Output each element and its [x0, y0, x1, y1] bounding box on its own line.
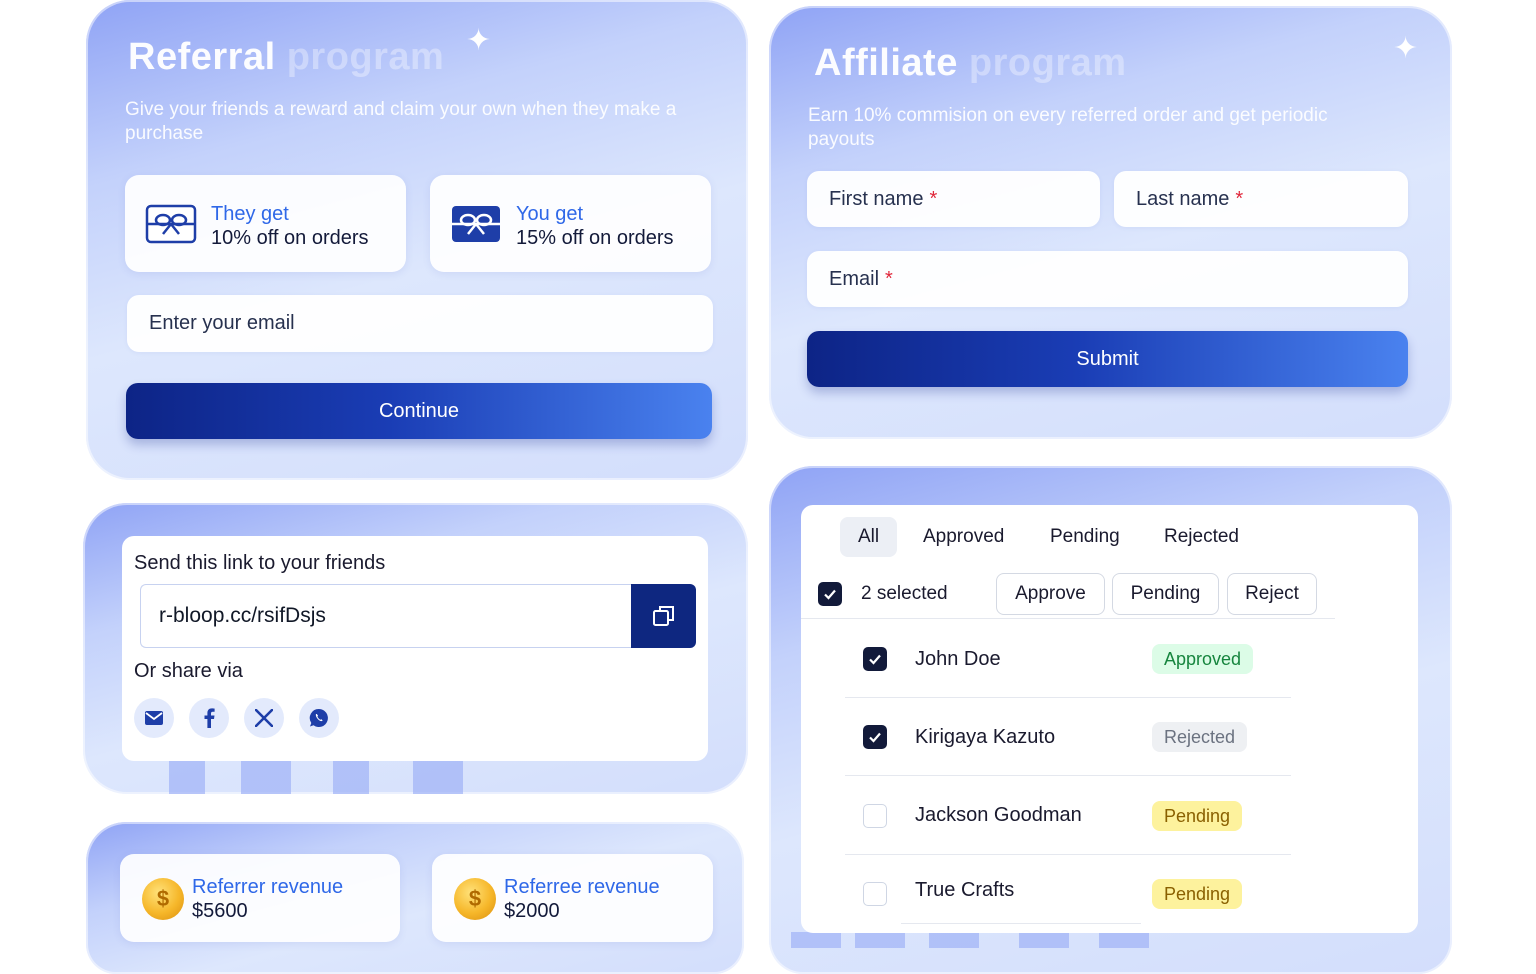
divider [845, 775, 1291, 776]
row-checkbox[interactable] [863, 725, 887, 749]
share-link-card: Send this link to your friends r-bloop.c… [122, 536, 708, 761]
requests-table-card: All Approved Pending Rejected 2 selected… [801, 505, 1418, 933]
row-checkbox[interactable] [863, 804, 887, 828]
affiliate-email-input[interactable]: Email * [807, 251, 1408, 307]
tab-rejected[interactable]: Rejected [1146, 517, 1257, 557]
affiliate-email-placeholder: Email [829, 267, 880, 290]
you-get-card: You get 15% off on orders [430, 175, 711, 272]
tab-pending[interactable]: Pending [1032, 517, 1138, 557]
decorative-bar [333, 761, 369, 794]
referral-email-placeholder: Enter your email [149, 312, 295, 334]
decorative-bar [1099, 932, 1149, 948]
share-x-button[interactable] [244, 698, 284, 738]
affiliate-panel: Affiliate program ✦ Earn 10% commision o… [769, 6, 1452, 439]
row-name: Jackson Goodman [915, 804, 1082, 826]
first-name-placeholder: First name [829, 187, 924, 210]
referee-revenue-card: $ Referree revenue $2000 [432, 854, 713, 942]
required-mark: * [929, 187, 938, 210]
share-facebook-button[interactable] [189, 698, 229, 738]
they-get-card: They get 10% off on orders [125, 175, 406, 272]
divider [845, 854, 1291, 855]
sparkle-icon: ✦ [1393, 32, 1419, 65]
required-mark: * [885, 267, 893, 290]
decorative-bar [413, 761, 463, 794]
share-email-button[interactable] [134, 698, 174, 738]
decorative-bar [929, 932, 979, 948]
status-badge: Pending [1152, 879, 1243, 909]
tab-all[interactable]: All [840, 517, 898, 557]
row-name: Kirigaya Kazuto [915, 726, 1056, 748]
coin-icon: $ [454, 878, 496, 920]
check-icon [869, 732, 881, 743]
referral-email-input[interactable]: Enter your email [127, 295, 713, 352]
decorative-bar [855, 932, 905, 948]
referral-link-field[interactable]: r-bloop.cc/rsifDsjs [140, 584, 632, 648]
coin-icon: $ [142, 878, 184, 920]
divider [845, 697, 1291, 698]
facebook-icon [204, 708, 215, 728]
reject-button[interactable]: Reject [1227, 573, 1317, 615]
row-checkbox[interactable] [863, 647, 887, 671]
copy-link-button[interactable] [631, 584, 696, 648]
gift-card-icon [145, 204, 197, 244]
status-badge: Pending [1152, 801, 1243, 831]
referee-revenue-label: Referree revenue [504, 876, 660, 898]
submit-button[interactable]: Submit [807, 331, 1408, 387]
referral-title: Referral program [128, 36, 445, 78]
referrer-revenue-value: $5600 [192, 900, 248, 922]
first-name-input[interactable]: First name * [807, 171, 1100, 227]
referrer-revenue-card: $ Referrer revenue $5600 [120, 854, 400, 942]
divider [801, 618, 1335, 619]
affiliate-subtitle: Earn 10% commision on every referred ord… [808, 105, 1328, 150]
referral-subtitle: Give your friends a reward and claim you… [125, 99, 677, 144]
sparkle-icon: ✦ [466, 24, 492, 57]
you-get-value: 15% off on orders [516, 227, 674, 249]
status-badge: Approved [1152, 644, 1254, 674]
revenue-panel: $ Referrer revenue $5600 $ Referree reve… [86, 822, 744, 974]
you-get-label: You get [516, 203, 584, 225]
decorative-bar [241, 761, 291, 794]
decorative-bar [791, 932, 841, 948]
select-all-checkbox[interactable] [818, 582, 842, 606]
tab-approved[interactable]: Approved [905, 517, 1022, 557]
decorative-bar [169, 761, 205, 794]
mail-icon [145, 711, 163, 725]
referrer-revenue-label: Referrer revenue [192, 876, 344, 898]
last-name-input[interactable]: Last name * [1114, 171, 1408, 227]
gift-card-filled-icon [452, 206, 500, 242]
they-get-value: 10% off on orders [211, 227, 369, 249]
referral-panel: Referral program ✦ Give your friends a r… [86, 0, 748, 480]
decorative-bar [1019, 932, 1069, 948]
check-icon [824, 589, 836, 600]
divider [901, 923, 1141, 924]
referee-revenue-value: $2000 [504, 900, 560, 922]
row-name: True Crafts [915, 879, 1015, 901]
status-badge: Rejected [1152, 722, 1248, 752]
whatsapp-icon [309, 708, 328, 727]
pending-button[interactable]: Pending [1112, 573, 1219, 615]
approve-button[interactable]: Approve [996, 573, 1105, 615]
share-whatsapp-button[interactable] [299, 698, 339, 738]
share-title: Send this link to your friends [134, 552, 386, 574]
x-icon [255, 709, 273, 727]
affiliate-title: Affiliate program [814, 42, 1127, 84]
required-mark: * [1235, 187, 1244, 210]
they-get-label: They get [211, 203, 289, 225]
row-checkbox[interactable] [863, 882, 887, 906]
row-name: John Doe [915, 648, 1001, 670]
continue-button[interactable]: Continue [126, 383, 712, 439]
copy-icon [652, 606, 674, 626]
selected-count: 2 selected [861, 583, 948, 604]
check-icon [869, 654, 881, 665]
share-via-label: Or share via [134, 660, 243, 682]
last-name-placeholder: Last name [1136, 187, 1230, 210]
